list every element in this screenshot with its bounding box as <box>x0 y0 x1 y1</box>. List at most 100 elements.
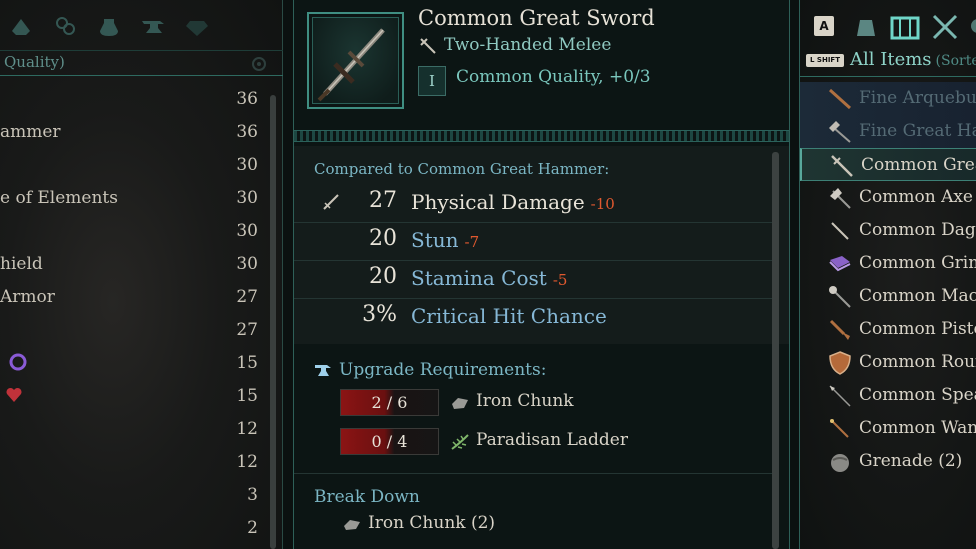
item-value: 27 <box>236 287 258 307</box>
left-list-header: Quality) <box>0 50 283 76</box>
stat-value: 20 <box>369 226 397 251</box>
chest-icon[interactable] <box>890 12 920 40</box>
stat-name: Critical Hit Chance <box>411 304 607 328</box>
stat-row: 3% Critical Hit Chance <box>294 298 789 336</box>
shield-icon <box>829 351 851 375</box>
stat-row: 20 Stun -7 <box>294 222 789 260</box>
requirement-name: Paradisan Ladder <box>476 430 628 450</box>
breakdown-item: Iron Chunk (2) <box>368 513 496 533</box>
hammer-icon <box>829 121 851 143</box>
item-value: 2 <box>247 518 258 538</box>
stats-comparison: Compared to Common Great Hammer: 27 Phys… <box>294 146 789 344</box>
sort-label: (Sorted <box>935 53 976 69</box>
bag-icon[interactable] <box>852 12 880 40</box>
stat-value: 20 <box>369 264 397 289</box>
stat-diff: -7 <box>464 233 480 251</box>
left-sort-label: Quality) <box>4 53 65 71</box>
more-tab-icon[interactable] <box>966 12 976 40</box>
list-item[interactable]: Common Mace <box>800 280 976 313</box>
item-value: 36 <box>236 89 258 109</box>
consumable-icon[interactable] <box>94 11 124 41</box>
list-item[interactable]: hield 30 <box>0 247 262 280</box>
anvil-icon <box>315 365 331 376</box>
all-items-label: All Items <box>850 49 932 70</box>
item-value: 30 <box>236 155 258 175</box>
trinket-icon[interactable] <box>50 11 80 41</box>
item-value: 30 <box>236 254 258 274</box>
stat-value: 3% <box>362 302 397 327</box>
stat-name: Physical Damage <box>411 190 585 214</box>
stat-row: 20 Stamina Cost -5 <box>294 260 789 298</box>
item-category: Two-Handed Melee <box>444 35 612 55</box>
stat-diff: -10 <box>590 195 615 213</box>
requirement-count: 0 / 4 <box>340 428 439 455</box>
list-item[interactable]: 2 <box>0 511 262 544</box>
requirement-row: 0 / 4 Paradisan Ladder <box>340 428 740 456</box>
iron-chunk-icon <box>344 520 360 530</box>
grimoire-icon <box>829 256 851 272</box>
armor-icon[interactable] <box>6 11 36 41</box>
list-item[interactable]: Common Pisto <box>800 313 976 346</box>
detail-scrollbar[interactable] <box>772 152 779 549</box>
paradisan-ladder-icon <box>451 434 469 450</box>
upgrade-requirements-title: Upgrade Requirements: <box>339 360 547 380</box>
list-item[interactable]: 15 <box>0 346 262 379</box>
list-item[interactable]: 30 <box>0 148 262 181</box>
item-value: 12 <box>236 452 258 472</box>
list-item[interactable]: e of Elements 30 <box>0 181 262 214</box>
list-item[interactable]: Common Spear <box>800 379 976 412</box>
ornamental-divider <box>294 130 789 142</box>
list-item[interactable]: 12 <box>0 445 262 478</box>
list-item[interactable]: Armor 27 <box>0 280 262 313</box>
left-category-tabs <box>0 8 283 44</box>
grenade-icon <box>831 454 849 472</box>
item-value: 15 <box>236 353 258 373</box>
quality-badge: I <box>418 66 446 96</box>
spear-icon <box>829 385 851 407</box>
list-item[interactable]: Grenade (2) <box>800 445 976 478</box>
right-list-title[interactable]: All Items(Sorted <box>850 49 976 70</box>
compare-label: Compared to Common Great Hammer: <box>314 160 610 178</box>
item-value: 15 <box>236 386 258 406</box>
all-items-panel: A L SHIFT All Items(Sorted Fine Arquebus… <box>799 0 976 549</box>
pistol-icon <box>829 319 850 340</box>
list-item[interactable]: Common Axe <box>800 181 976 214</box>
list-item[interactable]: 3 <box>0 478 262 511</box>
requirement-count: 2 / 6 <box>340 389 439 416</box>
list-item[interactable]: Common Roun <box>800 346 976 379</box>
list-item[interactable]: Common Grim <box>800 247 976 280</box>
wand-icon <box>830 419 849 438</box>
crossed-swords-icon[interactable] <box>930 12 960 40</box>
arquebus-icon <box>828 88 852 110</box>
great-sword-icon <box>317 28 385 102</box>
list-item[interactable]: 27 <box>0 313 262 346</box>
list-item[interactable]: Common Dagg <box>800 214 976 247</box>
list-item[interactable]: Fine Great Har <box>800 115 976 148</box>
list-item[interactable]: 15 <box>0 379 262 412</box>
item-value: 36 <box>236 122 258 142</box>
quality-text: Common Quality, +0/3 <box>456 67 651 87</box>
list-item[interactable]: ammer 36 <box>0 115 262 148</box>
breakdown-title: Break Down <box>314 487 420 507</box>
gear-icon[interactable] <box>249 54 269 74</box>
left-scrollbar[interactable] <box>270 95 276 549</box>
stat-name: Stun <box>411 228 459 252</box>
gem-icon[interactable] <box>182 11 212 41</box>
item-portrait <box>307 12 404 109</box>
stat-row: 27 Physical Damage -10 <box>294 184 789 222</box>
list-item-selected[interactable]: Common Grea <box>800 148 976 181</box>
stat-diff: -5 <box>552 271 568 289</box>
stat-name: Stamina Cost <box>411 266 547 290</box>
list-item[interactable]: Fine Arquebus <box>800 82 976 115</box>
list-item[interactable]: 12 <box>0 412 262 445</box>
list-item[interactable]: Common Wan <box>800 412 976 445</box>
iron-chunk-icon <box>452 398 468 409</box>
sword-icon <box>831 155 853 177</box>
key-hint-shift: L SHIFT <box>806 54 844 67</box>
anvil-icon[interactable] <box>138 11 168 41</box>
list-item[interactable]: 36 <box>0 82 262 115</box>
item-value: 27 <box>236 320 258 340</box>
list-item[interactable]: 30 <box>0 214 262 247</box>
rune-icon <box>9 353 27 371</box>
item-value: 3 <box>247 485 258 505</box>
